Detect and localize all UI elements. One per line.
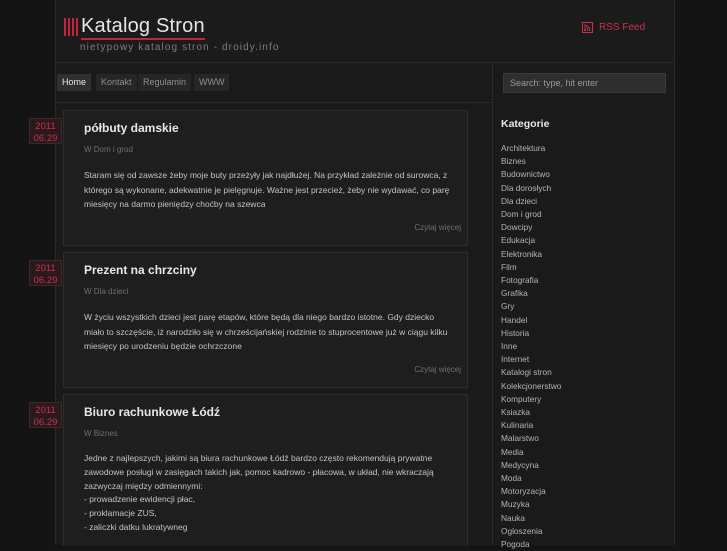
category-link[interactable]: Kulinaria [501, 419, 561, 432]
category-link[interactable]: Motoryzacja [501, 485, 561, 498]
post-category[interactable]: W Biznes [84, 429, 118, 438]
post-date-day: 06.29 [33, 274, 58, 286]
category-link[interactable]: Malarstwo [501, 432, 561, 445]
read-more-link[interactable]: Czytaj więcej [414, 365, 461, 374]
post-article: Biuro rachunkowe Łódź W Biznes Jedne z n… [63, 394, 468, 546]
category-link[interactable]: Komputery [501, 393, 561, 406]
site-logo[interactable]: Katalog Stron [64, 14, 205, 40]
search-area [492, 64, 673, 101]
post-date-badge: 2011 06.29 [29, 260, 62, 286]
category-link[interactable]: Ogloszenia [501, 525, 561, 538]
post-paragraph: Jedne z najlepszych, jakimi są biura rac… [84, 453, 434, 491]
category-link[interactable]: Muzyka [501, 498, 561, 511]
nav-item-www[interactable]: WWW [194, 74, 230, 91]
sidebar: Kategorie Architektura Biznes Budownictwo D… [492, 102, 673, 549]
category-link[interactable]: Moda [501, 472, 561, 485]
post-excerpt: W życiu wszystkich dzieci jest parę etap… [84, 310, 456, 354]
category-link[interactable]: Media [501, 446, 561, 459]
post-list-item: - prowadzenie ewidencji płac, [84, 494, 196, 505]
post-date-day: 06.29 [33, 132, 58, 144]
category-link[interactable]: Gry [501, 300, 561, 313]
post-title[interactable]: półbuty damskie [84, 121, 179, 135]
main-nav: Home Kontakt Regulamin WWW [56, 64, 492, 103]
category-link[interactable]: Ksiazka [501, 406, 561, 419]
logo-bars-icon [64, 17, 78, 37]
category-link[interactable]: Dowcipy [501, 221, 561, 234]
category-link[interactable]: Architektura [501, 142, 561, 155]
rss-feed-label[interactable]: RSS Feed [599, 22, 645, 33]
rss-icon [582, 22, 593, 33]
site-title[interactable]: Katalog Stron [81, 15, 205, 40]
sidebar-title: Kategorie [501, 118, 550, 130]
post-date-badge: 2011 06.29 [29, 118, 62, 144]
post-category[interactable]: W Dom i grod [84, 145, 133, 154]
category-link[interactable]: Dom i grod [501, 208, 561, 221]
post-date-badge: 2011 06.29 [29, 402, 62, 428]
post-title[interactable]: Prezent na chrzciny [84, 263, 197, 277]
category-link[interactable]: Dla dorosłych [501, 182, 561, 195]
nav-item-regulamin[interactable]: Regulamin [138, 74, 192, 91]
category-link[interactable]: Katalogi stron [501, 366, 561, 379]
category-link[interactable]: Historia [501, 327, 561, 340]
category-link[interactable]: Medycyna [501, 459, 561, 472]
read-more-link[interactable]: Czytaj więcej [414, 223, 461, 232]
post-list-item: - zaliczki datku lukratywneg [84, 521, 188, 532]
nav-item-kontakt[interactable]: Kontakt [96, 74, 137, 91]
category-link[interactable]: Elektronika [501, 248, 561, 261]
post-article: Prezent na chrzciny W Dla dzieci W życiu… [63, 252, 468, 388]
post-paragraph: Staram się od zawsze żeby moje buty prze… [84, 170, 450, 209]
post-date-year: 2011 [35, 405, 56, 416]
search-input[interactable] [503, 73, 666, 93]
category-link[interactable]: Nauka [501, 512, 561, 525]
category-link[interactable]: Budownictwo [501, 168, 561, 181]
post-date-year: 2011 [35, 263, 56, 274]
post-paragraph: W życiu wszystkich dzieci jest parę etap… [84, 312, 448, 351]
post-list-item: - proklamacje ZUS, [84, 508, 157, 519]
category-link[interactable]: Dla dzieci [501, 195, 561, 208]
site-tagline: nietypowy katalog stron - droidy.info [80, 42, 280, 53]
rss-feed-link[interactable]: RSS Feed [582, 22, 645, 33]
category-link[interactable]: Kolekcjonerstwo [501, 380, 561, 393]
category-list: Architektura Biznes Budownictwo Dla dorosły… [501, 142, 561, 551]
category-link[interactable]: Edukacja [501, 234, 561, 247]
post-excerpt: Jedne z najlepszych, jakimi są biura rac… [84, 452, 456, 535]
category-link[interactable]: Internet [501, 353, 561, 366]
post-title[interactable]: Biuro rachunkowe Łódź [84, 405, 220, 419]
category-link[interactable]: Film [501, 261, 561, 274]
category-link[interactable]: Fotografia [501, 274, 561, 287]
category-link[interactable]: Inne [501, 340, 561, 353]
post-date-year: 2011 [35, 121, 56, 132]
post-date-day: 06.29 [33, 416, 58, 428]
category-link[interactable]: Grafika [501, 287, 561, 300]
nav-item-home[interactable]: Home [57, 74, 92, 91]
post-category[interactable]: W Dla dzieci [84, 287, 128, 296]
post-excerpt: Staram się od zawsze żeby moje buty prze… [84, 168, 456, 212]
category-link[interactable]: Handel [501, 314, 561, 327]
post-article: półbuty damskie W Dom i grod Staram się … [63, 110, 468, 246]
category-link[interactable]: Biznes [501, 155, 561, 168]
